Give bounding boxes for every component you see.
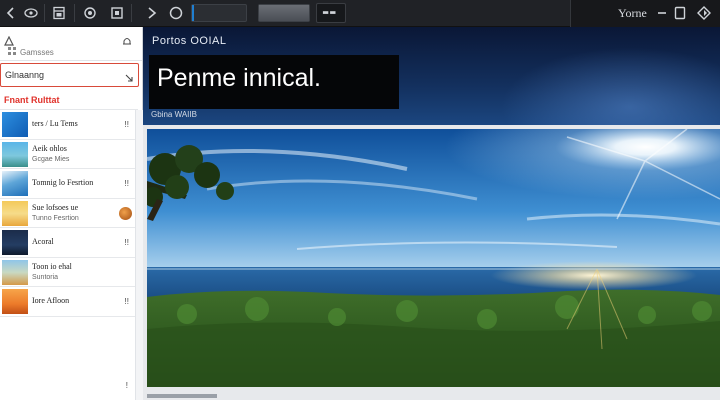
left-panel: Gamsses Glnaanng Fnant Rulttat ters / Lu… bbox=[0, 27, 143, 400]
record-icon[interactable] bbox=[167, 4, 185, 22]
list-item[interactable]: Acoral !! bbox=[0, 228, 135, 258]
item-label: Acoral bbox=[32, 237, 54, 246]
item-thumbnail bbox=[2, 171, 28, 196]
crop-icon[interactable] bbox=[108, 4, 126, 22]
item-thumbnail bbox=[2, 200, 28, 226]
eye-icon[interactable] bbox=[22, 4, 40, 22]
list-item[interactable]: Toon io ehal Suntoria bbox=[0, 258, 135, 287]
search-value: Glnaanng bbox=[5, 70, 45, 80]
hero-glow bbox=[500, 47, 720, 125]
item-label: Tomnig lo Fesrtion bbox=[32, 178, 94, 187]
item-sublabel: Gcgae Mies bbox=[32, 155, 70, 163]
item-label: Aeik ohlos bbox=[32, 143, 67, 153]
item-mark: !! bbox=[124, 179, 129, 188]
hero-caption: Portos OOIAL bbox=[152, 35, 227, 47]
square-icon[interactable] bbox=[671, 4, 689, 22]
search-field[interactable]: Glnaanng bbox=[0, 63, 139, 87]
diamond-icon[interactable] bbox=[695, 4, 713, 22]
grid-icon[interactable] bbox=[8, 47, 16, 57]
section-title: Fnant Rulttat bbox=[4, 95, 60, 105]
main-canvas: Portos OOIAL Penme innical. Gbina WAIIB bbox=[143, 27, 720, 400]
hero-banner: Portos OOIAL Penme innical. Gbina WAIIB bbox=[143, 27, 720, 125]
brightness-slider[interactable] bbox=[258, 4, 310, 22]
item-mark: !! bbox=[124, 238, 129, 247]
item-label: Toon io ehal bbox=[32, 261, 72, 271]
item-sublabel: Suntoria bbox=[32, 273, 59, 281]
item-label: Iore Afloon bbox=[32, 296, 70, 305]
workspace-label[interactable]: Yorne bbox=[618, 6, 647, 21]
headline-text: Penme innical. bbox=[157, 64, 321, 92]
toolbar-divider bbox=[131, 4, 132, 22]
item-thumbnail bbox=[2, 141, 28, 167]
layout-icon[interactable] bbox=[50, 4, 68, 22]
zoom-slider-fill bbox=[192, 5, 194, 21]
item-mark: !! bbox=[124, 120, 129, 129]
brightness-slider-fill bbox=[259, 5, 309, 21]
resize-arrow-icon[interactable] bbox=[124, 70, 134, 82]
item-label: Sue lofsoes ue bbox=[32, 202, 79, 212]
landscape-photo[interactable] bbox=[147, 129, 720, 387]
zoom-slider[interactable] bbox=[191, 4, 247, 22]
list-item[interactable]: Aeik ohlos Gcgae Mies bbox=[0, 140, 135, 169]
toolbar-right-group: Yorne bbox=[570, 0, 720, 27]
item-list: ters / Lu Tems !! Aeik ohlos Gcgae Mies … bbox=[0, 110, 135, 317]
top-toolbar: Yorne bbox=[0, 0, 720, 27]
list-item[interactable]: Sue lofsoes ue Tunno Fesrtion bbox=[0, 199, 135, 228]
list-item[interactable]: Iore Afloon !! bbox=[0, 287, 135, 317]
bell-icon[interactable] bbox=[122, 33, 132, 45]
play-icon[interactable] bbox=[143, 4, 161, 22]
toolbar-divider bbox=[74, 4, 75, 22]
preview-box[interactable] bbox=[316, 3, 346, 23]
footer-mark: ! bbox=[125, 381, 128, 390]
left-panel-header: Gamsses bbox=[0, 27, 142, 61]
list-item[interactable]: ters / Lu Tems !! bbox=[0, 110, 135, 140]
item-badge-icon bbox=[119, 206, 132, 220]
back-icon[interactable] bbox=[2, 4, 20, 22]
minus-icon[interactable] bbox=[653, 4, 671, 22]
triangle-icon[interactable] bbox=[4, 33, 14, 46]
item-thumbnail bbox=[2, 259, 28, 285]
item-thumbnail bbox=[2, 112, 28, 137]
header-subtitle-row: Gamsses bbox=[8, 47, 54, 57]
headline-box[interactable]: Penme innical. bbox=[149, 55, 399, 109]
list-item[interactable]: Tomnig lo Fesrtion !! bbox=[0, 169, 135, 199]
item-mark: !! bbox=[124, 297, 129, 306]
item-label: ters / Lu Tems bbox=[32, 119, 78, 128]
header-subtitle: Gamsses bbox=[20, 47, 54, 57]
hero-meta: Gbina WAIIB bbox=[151, 110, 197, 119]
item-thumbnail bbox=[2, 289, 28, 314]
item-thumbnail bbox=[2, 230, 28, 255]
item-sublabel: Tunno Fesrtion bbox=[32, 214, 79, 222]
toolbar-divider bbox=[44, 4, 45, 22]
photo-caption-bar bbox=[147, 394, 217, 398]
refresh-icon[interactable] bbox=[81, 4, 99, 22]
photo-frame bbox=[143, 125, 720, 400]
list-scrollbar[interactable] bbox=[135, 110, 143, 400]
app-window: Yorne Gamsses Glnaanng Fnant Rulttat ter… bbox=[0, 0, 720, 400]
